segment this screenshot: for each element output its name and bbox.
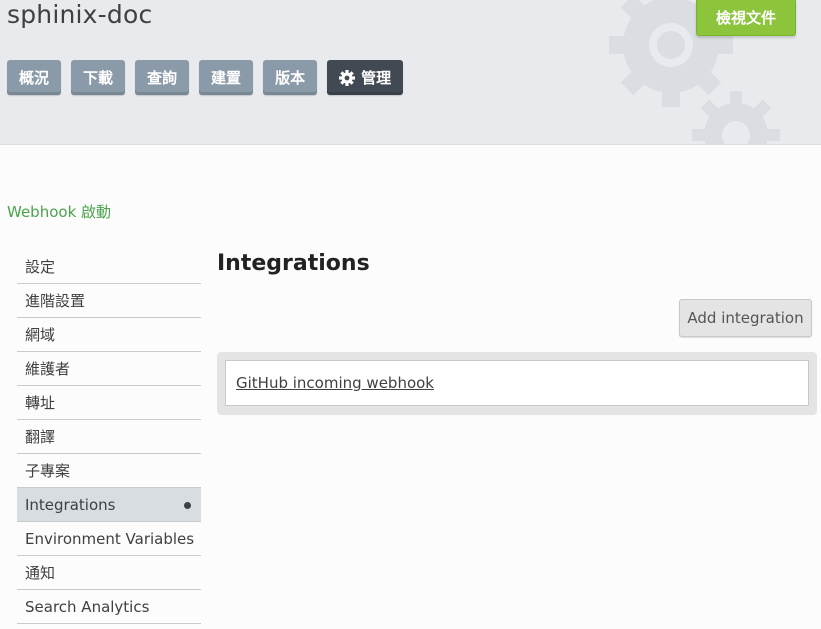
- project-tabs: 概況 下載 查詢 建置 版本 管理: [7, 60, 404, 95]
- tab-overview[interactable]: 概況: [7, 60, 62, 95]
- tab-admin-label: 管理: [361, 69, 392, 87]
- tab-admin[interactable]: 管理: [327, 60, 404, 95]
- tab-versions[interactable]: 版本: [263, 60, 318, 95]
- sidebar-item-maintainers[interactable]: 維護者: [17, 352, 201, 386]
- admin-sidebar: 設定 進階設置 網域 維護者 轉址 翻譯 子專案 Integrations En…: [17, 250, 201, 624]
- sidebar-item-environment-variables[interactable]: Environment Variables: [17, 522, 201, 556]
- sidebar-item-advanced-settings[interactable]: 進階設置: [17, 284, 201, 318]
- sidebar-item-translations[interactable]: 翻譯: [17, 420, 201, 454]
- tab-downloads[interactable]: 下載: [71, 60, 126, 95]
- list-item: GitHub incoming webhook: [225, 360, 809, 406]
- add-integration-button[interactable]: Add integration: [679, 299, 812, 337]
- tab-builds[interactable]: 建置: [199, 60, 254, 95]
- project-title: sphinix-doc: [7, 0, 153, 29]
- view-docs-button[interactable]: 檢視文件: [696, 0, 796, 36]
- sidebar-item-search-analytics[interactable]: Search Analytics: [17, 590, 201, 624]
- active-indicator-icon: [184, 502, 191, 509]
- project-header: sphinix-doc 檢視文件 概況 下載 查詢 建置 版本 管理: [0, 0, 821, 145]
- sidebar-item-settings[interactable]: 設定: [17, 250, 201, 284]
- page-title: Integrations: [217, 251, 370, 276]
- sidebar-item-integrations[interactable]: Integrations: [17, 488, 201, 522]
- gear-icon: [339, 69, 356, 86]
- sidebar-item-redirects[interactable]: 轉址: [17, 386, 201, 420]
- sidebar-item-notifications[interactable]: 通知: [17, 556, 201, 590]
- tab-search[interactable]: 查詢: [135, 60, 190, 95]
- integration-link[interactable]: GitHub incoming webhook: [236, 374, 434, 392]
- sidebar-item-domains[interactable]: 網域: [17, 318, 201, 352]
- sidebar-item-subprojects[interactable]: 子專案: [17, 454, 201, 488]
- sidebar-item-label: Integrations: [25, 495, 116, 514]
- integrations-list: GitHub incoming webhook: [217, 352, 817, 415]
- webhook-activation-link[interactable]: Webhook 啟動: [7, 201, 111, 222]
